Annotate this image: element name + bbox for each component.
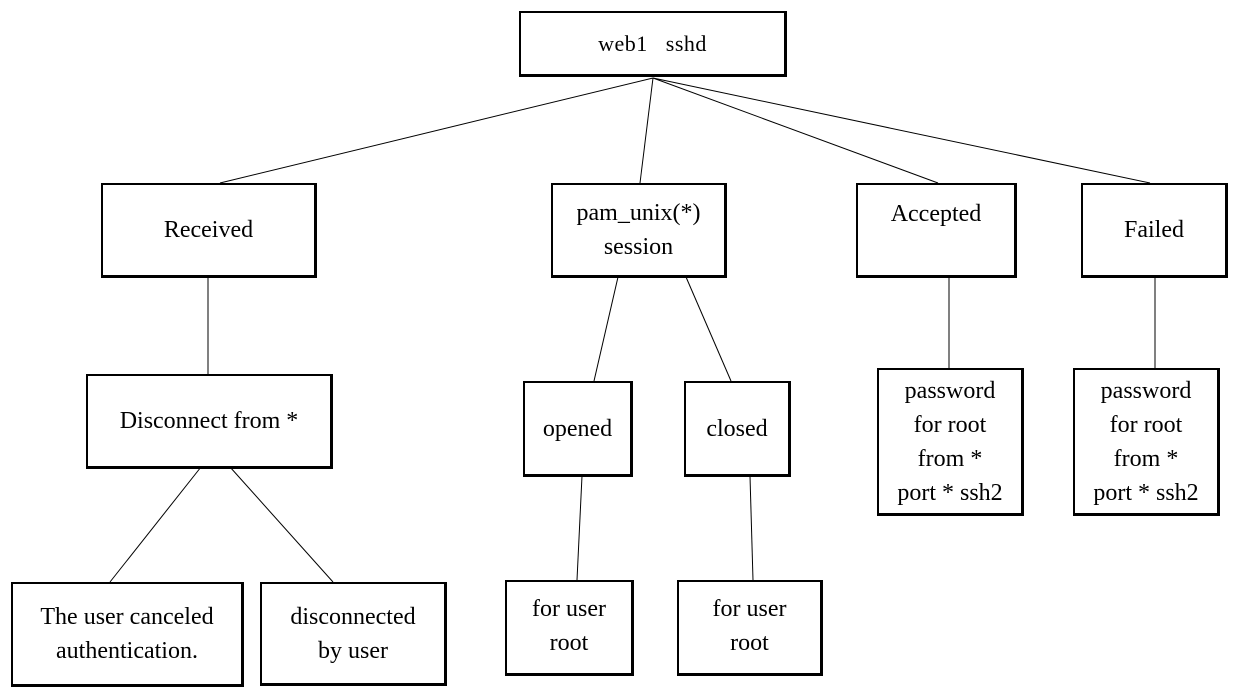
node-label: opened bbox=[542, 415, 613, 442]
node-label: pam_unix(*) session bbox=[576, 200, 701, 260]
node-failed-password: password for root from * port * ssh2 bbox=[1073, 368, 1220, 516]
edge-disconnect-canceled bbox=[109, 466, 202, 583]
node-user-canceled-authentication: The user canceled authentication. bbox=[11, 582, 244, 687]
edge-opened-for-user bbox=[576, 475, 583, 581]
edge-root-pam bbox=[639, 77, 654, 184]
node-pam-unix-session: pam_unix(*) session bbox=[551, 183, 727, 278]
node-disconnected-by-user: disconnected by user bbox=[260, 582, 447, 686]
node-label: The user canceled authentication. bbox=[40, 604, 214, 664]
node-disconnect-from: Disconnect from * bbox=[86, 374, 333, 469]
node-opened-for-user-root: for user root bbox=[505, 580, 634, 676]
node-label: disconnected by user bbox=[290, 603, 416, 664]
node-web1-sshd: web1 sshd bbox=[519, 11, 787, 77]
edge-root-accepted bbox=[652, 77, 939, 184]
node-label: closed bbox=[706, 415, 768, 442]
node-opened: opened bbox=[523, 381, 633, 477]
node-label: Received bbox=[163, 217, 254, 243]
node-label: password for root from * port * ssh2 bbox=[897, 377, 1003, 506]
edge-root-received bbox=[219, 77, 654, 184]
edge-root-failed bbox=[652, 77, 1151, 184]
node-failed: Failed bbox=[1081, 183, 1228, 278]
node-closed-for-user-root: for user root bbox=[677, 580, 823, 676]
node-label: for user root bbox=[532, 596, 606, 656]
node-label: for user root bbox=[712, 596, 787, 656]
node-accepted: Accepted bbox=[856, 183, 1017, 278]
edge-disconnect-by-user bbox=[229, 466, 334, 583]
node-received: Received bbox=[101, 183, 317, 278]
node-label: web1 sshd bbox=[598, 30, 707, 56]
node-label: Accepted bbox=[890, 201, 982, 227]
node-accepted-password: password for root from * port * ssh2 bbox=[877, 368, 1024, 516]
node-closed: closed bbox=[684, 381, 791, 477]
edge-closed-for-user bbox=[749, 475, 754, 581]
node-label: Failed bbox=[1124, 217, 1184, 243]
edge-pam-closed bbox=[685, 276, 732, 382]
node-label: Disconnect from * bbox=[119, 408, 299, 434]
node-label: password for root from * port * ssh2 bbox=[1093, 377, 1199, 506]
edge-pam-opened bbox=[593, 276, 619, 382]
